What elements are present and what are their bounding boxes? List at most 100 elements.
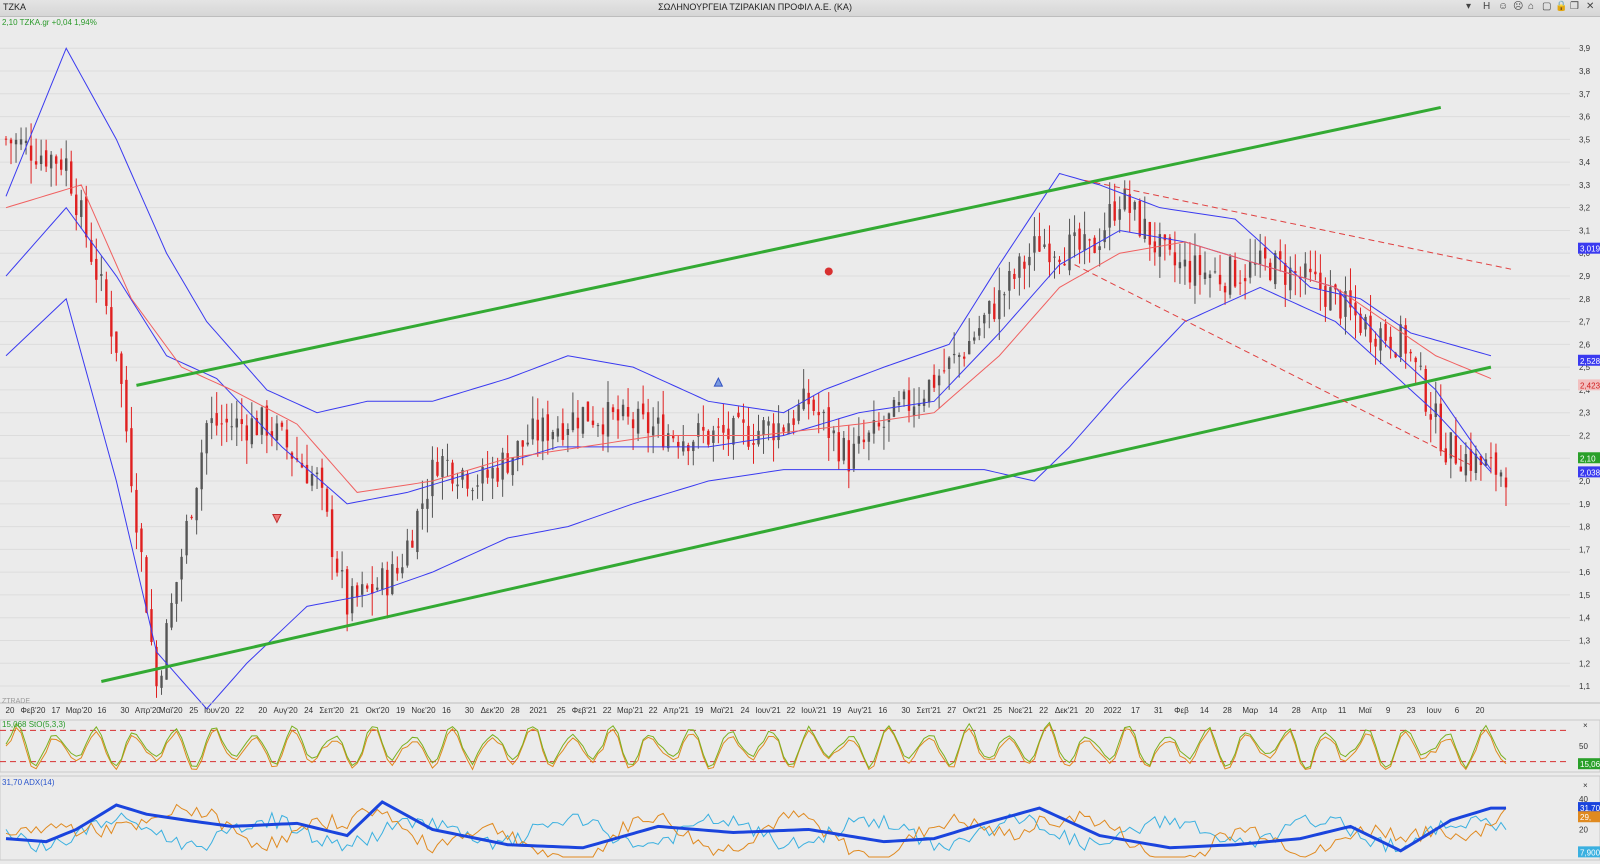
x-tick-label: 25 — [557, 706, 566, 715]
x-tick-label: 25 — [189, 706, 198, 715]
x-tick-label: 24 — [741, 706, 750, 715]
candle-body — [782, 427, 785, 432]
x-tick-label: 14 — [1269, 706, 1278, 715]
y-tick-label: 2,6 — [1579, 340, 1591, 349]
stock-chart[interactable]: 3,93,83,73,63,53,43,33,23,13,02,92,82,72… — [0, 0, 1600, 864]
candle-body — [165, 623, 168, 680]
adx-tick: 20 — [1579, 825, 1588, 834]
x-tick-label: Φεβ'21 — [572, 706, 598, 715]
candle-body — [1023, 261, 1026, 269]
candle-body — [49, 154, 53, 169]
x-tick-label: 21 — [350, 706, 359, 715]
x-tick-label: Απρ'21 — [663, 706, 689, 715]
x-tick-label: 31 — [1154, 706, 1163, 715]
candle-body — [762, 420, 765, 435]
candle-body — [366, 585, 369, 589]
y-tick-label: 3,1 — [1579, 226, 1591, 235]
x-tick-label: 28 — [511, 706, 520, 715]
channel-lower-line — [100, 365, 1492, 683]
candle-body — [1289, 267, 1292, 291]
x-tick-label: Αυγ'21 — [848, 706, 873, 715]
candle-body — [335, 558, 339, 573]
candle-body — [1233, 259, 1237, 287]
x-tick-label: Μαϊ — [1359, 706, 1372, 715]
x-tick-label: Ιουν'20 — [204, 706, 230, 715]
candle-body — [34, 161, 38, 165]
candle-body — [1073, 232, 1076, 237]
candle-body — [1434, 403, 1437, 417]
overlays — [5, 47, 1512, 710]
candle-body — [857, 436, 861, 444]
y-tick-label: 2,9 — [1579, 272, 1591, 281]
candle-body — [105, 279, 108, 306]
candle-body — [998, 290, 1001, 320]
candle-body — [1203, 272, 1207, 279]
candle-body — [120, 353, 123, 384]
y-tick-label: 3,9 — [1579, 44, 1591, 53]
candle-body — [722, 424, 725, 433]
candle-body — [426, 498, 429, 509]
y-tick-label: 1,3 — [1579, 636, 1591, 645]
candle-body — [1038, 236, 1041, 252]
candle-body — [456, 484, 459, 487]
y-tick-label: 1,5 — [1579, 591, 1591, 600]
sell-triangle-icon — [272, 513, 282, 524]
candle-body — [727, 428, 730, 440]
x-tick-label: 17 — [51, 706, 60, 715]
x-tick-label: 30 — [120, 706, 129, 715]
candle-body — [441, 456, 444, 478]
candle-body — [436, 461, 439, 476]
candle-body — [59, 159, 63, 170]
candle-body — [471, 490, 474, 492]
y-tick-label: 1,7 — [1579, 545, 1591, 554]
candle-body — [1218, 274, 1222, 285]
x-tick-label: Μαρ'20 — [66, 706, 93, 715]
candle-body — [581, 407, 585, 434]
candle-body — [1494, 452, 1498, 475]
candle-body — [421, 503, 424, 509]
candle-body — [376, 587, 379, 590]
y-tick-label: 2,3 — [1579, 409, 1591, 418]
candle-body — [551, 432, 555, 440]
candle-body — [325, 488, 329, 512]
candle-body — [932, 374, 936, 388]
candle-body — [912, 406, 916, 416]
candle-body — [310, 473, 314, 486]
candle-body — [983, 314, 986, 324]
candle-body — [1454, 435, 1458, 464]
candle-body — [952, 353, 956, 356]
candle-body — [175, 582, 178, 604]
candle-body — [70, 161, 73, 194]
bollinger-lower-tag: 2,038 — [1580, 468, 1600, 477]
candle-body — [360, 584, 364, 595]
candle-body — [19, 139, 23, 145]
candle-body — [802, 388, 805, 410]
candle-body — [822, 411, 825, 414]
x-tick-label: 22 — [603, 706, 612, 715]
candle-body — [160, 675, 163, 688]
candle-body — [1033, 236, 1036, 253]
quote-label: 2,10 TZKA.gr +0,04 1,94% — [2, 18, 97, 27]
stochastic-title: 15,068 StO(5,3,3) — [2, 720, 66, 729]
bollinger-lower-line — [5, 286, 1492, 710]
candle-body — [1263, 247, 1267, 259]
candle-body — [100, 274, 103, 276]
stochastic-tick: 50 — [1579, 742, 1588, 751]
candle-body — [892, 399, 896, 417]
x-tick-label: Ιουν'21 — [755, 706, 781, 715]
candle-body — [1424, 368, 1427, 412]
candle-body — [491, 467, 494, 479]
candle-body — [320, 467, 324, 488]
x-tick-label: 28 — [1292, 706, 1301, 715]
candle-body — [135, 489, 138, 533]
candle-body — [882, 426, 886, 428]
candle-body — [1464, 454, 1468, 476]
candle-body — [626, 406, 630, 417]
candle-body — [877, 422, 881, 427]
x-tick-label: 20 — [1085, 706, 1094, 715]
candle-body — [1339, 292, 1342, 319]
x-tick-label: Ιουν — [1427, 706, 1442, 715]
x-tick-label: 20 — [1476, 706, 1485, 715]
candle-body — [125, 379, 128, 432]
candle-body — [1113, 201, 1116, 221]
